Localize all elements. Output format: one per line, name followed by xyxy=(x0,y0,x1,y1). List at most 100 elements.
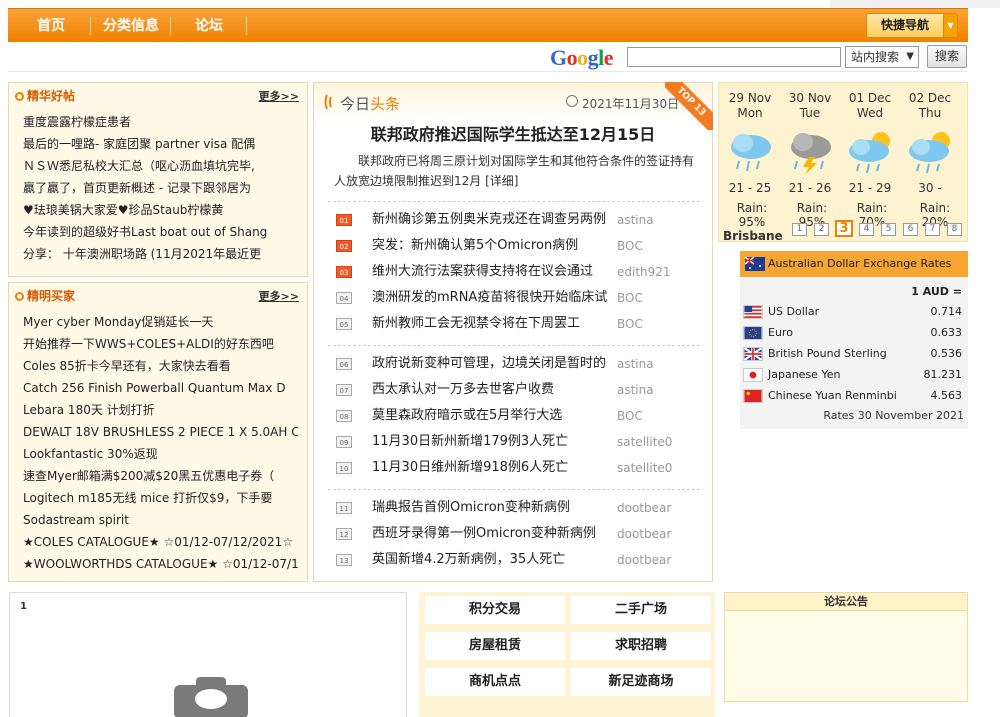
search-button[interactable]: 搜索 xyxy=(927,45,967,68)
search-scope-select[interactable]: 站内搜索 ▼ xyxy=(845,46,919,68)
nav-classifieds[interactable]: 分类信息 xyxy=(94,9,168,43)
list-item[interactable]: 今年读到的超级好书Last boat out of Shang xyxy=(23,222,298,242)
list-item[interactable]: Myer cyber Monday促销延长一天 xyxy=(23,312,298,332)
search-input[interactable] xyxy=(627,47,841,67)
featured-posts-box: 精华好帖 更多>> 重度震露柠檬症患者 最后的一哩路- 家庭团聚 partner… xyxy=(8,82,308,277)
news-row[interactable]: 10 11月30日维州新增918例6人死亡 satellite0 xyxy=(336,457,696,479)
sun-rain-cloud-icon xyxy=(909,132,950,174)
list-item[interactable]: DEWALT 18V BRUSHLESS 2 PIECE 1 X 5.0AH C xyxy=(23,422,298,442)
list-item[interactable]: Sodastream spirit xyxy=(23,510,298,530)
news-row[interactable]: 07 西太承认对一万多去世客户收费 astina xyxy=(336,379,696,401)
weather-page-7[interactable]: 7 xyxy=(925,223,940,236)
weather-widget: 29 Nov Mon 30 Nov Tue 01 Dec Wed 02 Dec Thu … xyxy=(718,82,968,243)
list-item[interactable]: Lookfantastic 30%返现 xyxy=(23,444,298,464)
sun-rain-cloud-icon xyxy=(849,132,890,174)
headline-summary: 联邦政府已将周三原计划对国际学生和其他符合条件的签证持有人放宽边境限制推迟到12… xyxy=(334,154,695,188)
exchange-rates-widget: Australian Dollar Exchange Rates 1 AUD =… xyxy=(740,251,968,429)
list-item[interactable]: Logitech m185无线 mice 打折仅$9，下手要 xyxy=(23,488,298,508)
weather-rain: Rain: 95% xyxy=(796,201,828,229)
list-item[interactable]: 贏了贏了，首页更新概述 - 记录下跟邻居为 xyxy=(23,178,298,198)
grid-mall[interactable]: 新足迹商场 xyxy=(571,668,711,696)
forum-notice-box: 论坛公告 xyxy=(724,592,968,702)
news-row[interactable]: 12 西班牙录得第一例Omicron变种新病例 dootbear xyxy=(336,523,696,545)
fx-row: Chinese Yuan Renminbi 4.563 xyxy=(743,386,965,406)
category-grid: 积分交易 二手广场 房屋租赁 求职招聘 商机点点 新足迹商场 xyxy=(419,592,715,717)
weather-day: 02 Dec Thu xyxy=(908,91,952,120)
slide-number: 1 xyxy=(20,601,27,612)
weather-page-6[interactable]: 6 xyxy=(903,223,918,236)
news-row[interactable]: 01 新州确诊第五例奥米克戎还在调查另两例 astina xyxy=(336,209,696,231)
grid-rentals[interactable]: 房屋租赁 xyxy=(425,632,565,660)
nav-home[interactable]: 首页 xyxy=(18,9,84,43)
list-item[interactable]: 重度震露柠檬症患者 xyxy=(23,112,298,132)
featured-posts-title: 精华好帖 xyxy=(15,87,75,104)
storm-cloud-icon xyxy=(791,133,831,175)
featured-more-link[interactable]: 更多>> xyxy=(259,88,299,104)
news-row[interactable]: 02 突发：新州确认第5个Omicron病例 BOC xyxy=(336,235,696,257)
weather-temp: 21 - 26 xyxy=(788,181,832,195)
news-row[interactable]: 09 11月30日新州新增179例3人死亡 satellite0 xyxy=(336,431,696,453)
slideshow-panel[interactable]: 1 xyxy=(9,592,407,717)
list-item[interactable]: ♥珐琅美锅大家爱♥珍品Staub柠檬黄 xyxy=(23,200,298,220)
grid-points-trade[interactable]: 积分交易 xyxy=(425,596,565,624)
rain-cloud-icon xyxy=(731,134,771,172)
list-item[interactable]: Lebara 180天 计划打折 xyxy=(23,400,298,420)
weather-temp: 21 - 25 xyxy=(728,181,772,195)
weather-rain: Rain: 95% xyxy=(736,201,768,229)
list-item[interactable]: Catch 256 Finish Powerball Quantum Max D xyxy=(23,378,298,398)
clock-icon xyxy=(566,95,578,107)
uk-flag-icon xyxy=(743,347,763,361)
smart-buyer-box: 精明买家 更多>> Myer cyber Monday促销延长一天 开始推荐一下… xyxy=(8,282,308,582)
smart-buyer-title: 精明买家 xyxy=(15,287,75,304)
camera-icon xyxy=(174,677,248,717)
google-logo: Google xyxy=(550,45,614,70)
news-row[interactable]: 04 澳洲研发的mRNA疫苗将很快开始临床试 BOC xyxy=(336,287,696,309)
cn-flag-icon xyxy=(743,389,763,403)
weather-page-8[interactable]: 8 xyxy=(947,223,962,236)
list-item[interactable]: Coles 85折卡今早还有，大家快去看看 xyxy=(23,356,298,376)
news-row[interactable]: 05 新州教师工会无视禁令将在下周罢工 BOC xyxy=(336,313,696,335)
fx-row: Euro 0.633 xyxy=(743,323,965,343)
news-row[interactable]: 11 瑞典报告首例Omicron变种新病例 dootbear xyxy=(336,497,696,519)
fx-date: Rates 30 November 2021 xyxy=(823,409,964,422)
weather-day: 01 Dec Wed xyxy=(848,91,892,120)
grid-second-hand[interactable]: 二手广场 xyxy=(571,596,711,624)
fx-row: British Pound Sterling 0.536 xyxy=(743,344,965,364)
weather-page-4[interactable]: 4 xyxy=(859,223,874,236)
top-strip xyxy=(0,0,1000,8)
list-item[interactable]: ＮＳＷ悉尼私校大汇总（呕心沥血填坑完毕, xyxy=(23,156,298,176)
eu-flag-icon xyxy=(743,326,763,340)
weather-page-1[interactable]: 1 xyxy=(792,223,807,236)
today-title: 今日头条 xyxy=(340,95,401,113)
news-row[interactable]: 08 莫里森政府暗示或在5月举行大选 BOC xyxy=(336,405,696,427)
detail-link[interactable]: [详细] xyxy=(485,174,518,188)
list-item[interactable]: 分享： 十年澳洲职场路 (11月2021年最近更 xyxy=(23,244,298,264)
headline[interactable]: 联邦政府推迟国际学生抵达至12月15日 xyxy=(314,121,712,145)
jp-flag-icon xyxy=(743,368,763,382)
list-item[interactable]: ★WOOLWORTHDS CATALOGUE★ ☆01/12-07/12/ xyxy=(23,554,298,574)
weather-page-2[interactable]: 2 xyxy=(814,223,829,236)
fx-row: Japanese Yen 81.231 xyxy=(743,365,965,385)
list-item[interactable]: 最后的一哩路- 家庭团聚 partner visa 配偶 xyxy=(23,134,298,154)
weather-day: 29 Nov Mon xyxy=(728,91,772,120)
today-headlines-panel: 今日头条 2021年11月30日 TOP 13 联邦政府推迟国际学生抵达至12月… xyxy=(313,82,713,582)
list-item[interactable]: ★COLES CATALOGUE★ ☆01/12-07/12/2021☆ xyxy=(23,532,298,552)
search-bar: Google 站内搜索 ▼ 搜索 xyxy=(8,42,968,72)
deals-more-link[interactable]: 更多>> xyxy=(259,288,299,304)
weather-page-5[interactable]: 5 xyxy=(881,223,896,236)
quick-nav-button[interactable]: 快捷导航 ▼ xyxy=(866,13,958,38)
weather-temp: 30 - xyxy=(918,181,942,195)
news-row[interactable]: 06 政府说新变种可管理，边境关闭是暂时的 astina xyxy=(336,353,696,375)
nav-forum[interactable]: 论坛 xyxy=(176,9,242,43)
news-row[interactable]: 13 英国新增4.2万新病例，35人死亡 dootbear xyxy=(336,549,696,571)
weather-page-3[interactable]: 3 xyxy=(835,220,853,237)
fx-row: US Dollar 0.714 xyxy=(743,302,965,322)
grid-business[interactable]: 商机点点 xyxy=(425,668,565,696)
au-flag-icon xyxy=(745,257,765,271)
exchange-rates-header: Australian Dollar Exchange Rates xyxy=(740,251,968,277)
list-item[interactable]: 开始推荐一下WWS+COLES+ALDI的好东西吧 xyxy=(23,334,298,354)
weather-city: Brisbane xyxy=(723,229,783,243)
list-item[interactable]: 速查Myer邮箱满$200减$20黑五优惠电子券（ xyxy=(23,466,298,486)
news-row[interactable]: 03 维州大流行法案获得支持将在议会通过 edith921 xyxy=(336,261,696,283)
grid-jobs[interactable]: 求职招聘 xyxy=(571,632,711,660)
